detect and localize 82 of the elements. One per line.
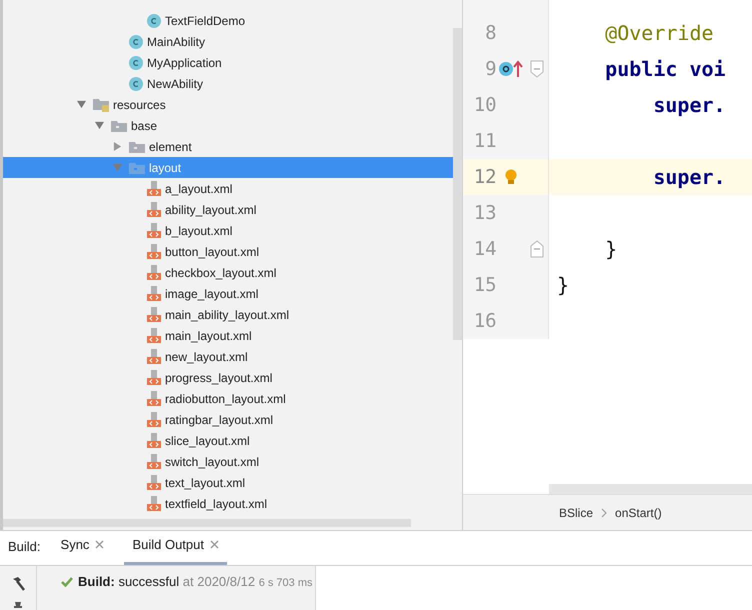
override-marker-icon[interactable]	[498, 60, 524, 78]
line-number: 13	[472, 200, 497, 226]
xml-file-icon	[147, 349, 161, 364]
line-number: 9	[484, 56, 497, 82]
tree-item[interactable]: MyApplication	[3, 52, 453, 73]
check-icon	[61, 576, 73, 587]
scrollbar[interactable]	[453, 28, 462, 340]
xml-file-icon	[147, 202, 161, 217]
xml-file-icon	[147, 223, 161, 238]
folder-icon	[111, 120, 127, 132]
tree-item[interactable]: a_layout.xml	[3, 178, 453, 199]
tree-item[interactable]: slice_layout.xml	[3, 430, 453, 451]
code-text: @Override	[604, 20, 714, 47]
tree-item[interactable]: NewAbility	[3, 73, 453, 94]
tree-item[interactable]: switch_layout.xml	[3, 451, 453, 472]
line-number: 14	[472, 236, 497, 262]
xml-file-icon	[147, 496, 161, 511]
expanded-arrow-icon[interactable]	[77, 100, 86, 109]
chevron-icon	[601, 508, 608, 518]
code-text: super.	[652, 92, 726, 119]
pin-icon[interactable]	[12, 602, 24, 610]
class-icon	[147, 14, 161, 28]
xml-file-icon	[147, 286, 161, 301]
breadcrumb-item[interactable]: onStart()	[615, 504, 662, 522]
tree-item[interactable]: radiobutton_layout.xml	[3, 388, 453, 409]
xml-file-icon	[147, 454, 161, 469]
tree-item[interactable]: base	[3, 115, 453, 136]
tree-item[interactable]: main_layout.xml	[3, 325, 453, 346]
tree-item[interactable]: progress_layout.xml	[3, 367, 453, 388]
code-text: }	[556, 272, 570, 299]
line-number: 15	[472, 272, 497, 298]
tree-item[interactable]: b_layout.xml	[3, 220, 453, 241]
xml-file-icon	[147, 244, 161, 259]
folder-icon	[93, 98, 109, 112]
line-number: 10	[472, 92, 497, 118]
class-icon	[129, 56, 143, 70]
tree-item[interactable]: textfield_layout.xml	[3, 493, 453, 514]
xml-file-icon	[147, 265, 161, 280]
close-icon[interactable]	[210, 540, 219, 549]
xml-file-icon	[147, 181, 161, 196]
class-icon	[129, 76, 143, 90]
code-text: super.	[652, 164, 726, 191]
xml-file-icon	[147, 412, 161, 427]
line-number: 8	[484, 20, 497, 46]
class-icon	[129, 34, 143, 48]
panel-label: Build:	[8, 538, 41, 556]
expanded-arrow-icon[interactable]	[95, 121, 104, 130]
xml-file-icon	[147, 370, 161, 385]
breadcrumb-item[interactable]: BSlice	[559, 504, 594, 522]
fold-end-icon[interactable]	[530, 240, 544, 258]
code-text: public voi	[604, 56, 726, 83]
code-text: }	[604, 236, 618, 263]
tree-item[interactable]: main_ability_layout.xml	[3, 304, 453, 325]
fold-start-icon[interactable]	[530, 60, 544, 78]
tree-item[interactable]: new_layout.xml	[3, 346, 453, 367]
tree-item[interactable]: resources	[3, 94, 453, 115]
close-icon[interactable]	[95, 540, 104, 549]
panel-tab[interactable]: Sync	[52, 528, 112, 565]
folder-icon	[129, 140, 145, 152]
xml-file-icon	[147, 433, 161, 448]
collapsed-arrow-icon[interactable]	[113, 142, 122, 151]
tree-item[interactable]: element	[3, 136, 453, 157]
xml-file-icon	[147, 307, 161, 322]
lightbulb-icon[interactable]	[505, 169, 518, 185]
tree-item[interactable]: ability_layout.xml	[3, 199, 453, 220]
tree-item[interactable]: ratingbar_layout.xml	[3, 409, 453, 430]
line-number: 12	[472, 164, 497, 190]
xml-file-icon	[147, 328, 161, 343]
line-number: 16	[472, 308, 497, 334]
scrollbar[interactable]	[3, 519, 411, 527]
scrollbar[interactable]	[549, 484, 752, 494]
tree-item[interactable]: checkbox_layout.xml	[3, 262, 453, 283]
tree-item[interactable]: MainAbility	[3, 31, 453, 52]
build-status[interactable]: Build: successful at 2020/8/12 6 s 703 ms	[78, 572, 313, 592]
xml-file-icon	[147, 475, 161, 490]
tree-item[interactable]: image_layout.xml	[3, 283, 453, 304]
folder-icon	[129, 162, 145, 174]
tree-item[interactable]: text_layout.xml	[3, 472, 453, 493]
tree-item[interactable]: TextFieldDemo	[3, 10, 453, 31]
xml-file-icon	[147, 391, 161, 406]
tree-item[interactable]: button_layout.xml	[3, 241, 453, 262]
line-number: 11	[472, 128, 497, 154]
